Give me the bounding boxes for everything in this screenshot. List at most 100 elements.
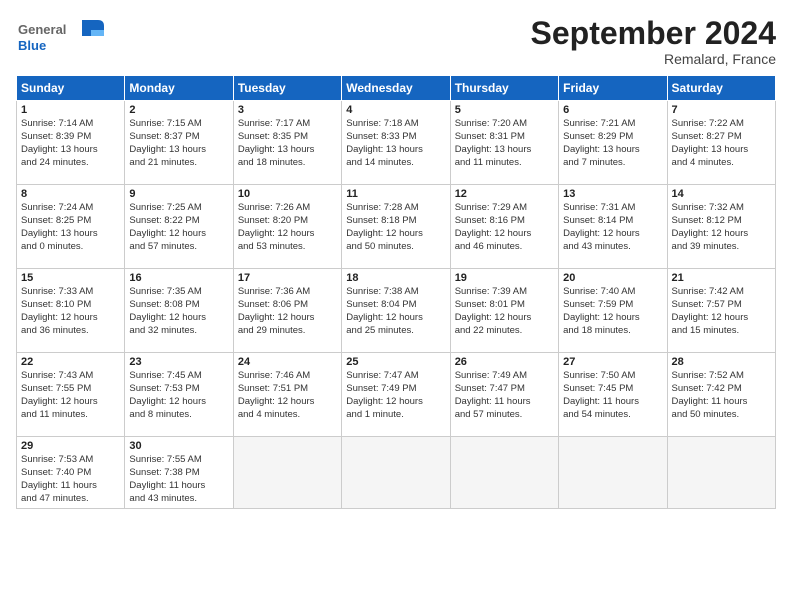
- day-info: Sunrise: 7:25 AMSunset: 8:22 PMDaylight:…: [129, 202, 228, 253]
- calendar-header-row: SundayMondayTuesdayWednesdayThursdayFrid…: [17, 76, 776, 101]
- col-header-monday: Monday: [125, 76, 233, 101]
- calendar-cell: 28Sunrise: 7:52 AMSunset: 7:42 PMDayligh…: [667, 353, 775, 437]
- day-number: 23: [129, 356, 228, 368]
- day-info: Sunrise: 7:38 AMSunset: 8:04 PMDaylight:…: [346, 286, 445, 337]
- calendar-cell: 16 Sunrise: 7:35 AMSunset: 8:08 PMDayligh…: [125, 269, 233, 353]
- calendar-cell: 23 Sunrise: 7:45 AMSunset: 7:53 PMDayligh…: [125, 353, 233, 437]
- calendar-cell: 24 Sunrise: 7:46 AMSunset: 7:51 PMDayligh…: [233, 353, 341, 437]
- calendar-cell: 2 Sunrise: 7:15 AMSunset: 8:37 PMDaylight…: [125, 101, 233, 185]
- day-number: 21: [672, 272, 771, 284]
- col-header-sunday: Sunday: [17, 76, 125, 101]
- day-number: 9: [129, 188, 228, 200]
- calendar-cell: 1 Sunrise: 7:14 AMSunset: 8:39 PMDaylight…: [17, 101, 125, 185]
- day-number: 16: [129, 272, 228, 284]
- day-number: 22: [21, 356, 120, 368]
- day-number: 11: [346, 188, 445, 200]
- day-info: Sunrise: 7:14 AMSunset: 8:39 PMDaylight:…: [21, 118, 120, 169]
- calendar-cell: 8Sunrise: 7:24 AMSunset: 8:25 PMDaylight…: [17, 185, 125, 269]
- day-number: 30: [129, 440, 228, 452]
- calendar-week-0: 1 Sunrise: 7:14 AMSunset: 8:39 PMDaylight…: [17, 101, 776, 185]
- calendar-cell: 15 Sunrise: 7:33 AMSunset: 8:10 PMDayligh…: [17, 269, 125, 353]
- day-info: Sunrise: 7:18 AMSunset: 8:33 PMDaylight:…: [346, 118, 445, 169]
- day-number: 12: [455, 188, 554, 200]
- day-number: 25: [346, 356, 445, 368]
- col-header-tuesday: Tuesday: [233, 76, 341, 101]
- day-info: Sunrise: 7:52 AMSunset: 7:42 PMDaylight:…: [672, 370, 771, 421]
- col-header-saturday: Saturday: [667, 76, 775, 101]
- svg-text:Blue: Blue: [18, 38, 46, 53]
- calendar-week-4: 29 Sunrise: 7:53 AMSunset: 7:40 PMDayligh…: [17, 437, 776, 509]
- calendar-cell: 5 Sunrise: 7:20 AMSunset: 8:31 PMDaylight…: [450, 101, 558, 185]
- day-number: 1: [21, 104, 120, 116]
- col-header-friday: Friday: [559, 76, 667, 101]
- day-info: Sunrise: 7:35 AMSunset: 8:08 PMDaylight:…: [129, 286, 228, 337]
- day-number: 20: [563, 272, 662, 284]
- day-info: Sunrise: 7:21 AMSunset: 8:29 PMDaylight:…: [563, 118, 662, 169]
- day-info: Sunrise: 7:22 AMSunset: 8:27 PMDaylight:…: [672, 118, 771, 169]
- day-info: Sunrise: 7:43 AMSunset: 7:55 PMDaylight:…: [21, 370, 120, 421]
- day-info: Sunrise: 7:53 AMSunset: 7:40 PMDaylight:…: [21, 454, 120, 505]
- svg-text:General: General: [18, 22, 66, 37]
- calendar-cell: 4 Sunrise: 7:18 AMSunset: 8:33 PMDaylight…: [342, 101, 450, 185]
- day-number: 6: [563, 104, 662, 116]
- day-info: Sunrise: 7:24 AMSunset: 8:25 PMDaylight:…: [21, 202, 120, 253]
- day-info: Sunrise: 7:28 AMSunset: 8:18 PMDaylight:…: [346, 202, 445, 253]
- logo-area: General Blue: [16, 16, 106, 65]
- calendar-week-2: 15 Sunrise: 7:33 AMSunset: 8:10 PMDayligh…: [17, 269, 776, 353]
- day-info: Sunrise: 7:40 AMSunset: 7:59 PMDaylight:…: [563, 286, 662, 337]
- calendar-week-1: 8Sunrise: 7:24 AMSunset: 8:25 PMDaylight…: [17, 185, 776, 269]
- day-number: 7: [672, 104, 771, 116]
- calendar-cell: 30 Sunrise: 7:55 AMSunset: 7:38 PMDayligh…: [125, 437, 233, 509]
- day-info: Sunrise: 7:36 AMSunset: 8:06 PMDaylight:…: [238, 286, 337, 337]
- day-number: 19: [455, 272, 554, 284]
- day-info: Sunrise: 7:20 AMSunset: 8:31 PMDaylight:…: [455, 118, 554, 169]
- day-number: 17: [238, 272, 337, 284]
- day-info: Sunrise: 7:45 AMSunset: 7:53 PMDaylight:…: [129, 370, 228, 421]
- day-number: 24: [238, 356, 337, 368]
- day-info: Sunrise: 7:55 AMSunset: 7:38 PMDaylight:…: [129, 454, 228, 505]
- calendar-cell: [342, 437, 450, 509]
- day-info: Sunrise: 7:17 AMSunset: 8:35 PMDaylight:…: [238, 118, 337, 169]
- day-info: Sunrise: 7:46 AMSunset: 7:51 PMDaylight:…: [238, 370, 337, 421]
- day-info: Sunrise: 7:33 AMSunset: 8:10 PMDaylight:…: [21, 286, 120, 337]
- calendar-cell: 13Sunrise: 7:31 AMSunset: 8:14 PMDayligh…: [559, 185, 667, 269]
- day-info: Sunrise: 7:31 AMSunset: 8:14 PMDaylight:…: [563, 202, 662, 253]
- day-number: 18: [346, 272, 445, 284]
- header: General Blue September 2024 Remalard, Fr…: [16, 16, 776, 67]
- day-info: Sunrise: 7:50 AMSunset: 7:45 PMDaylight:…: [563, 370, 662, 421]
- day-number: 2: [129, 104, 228, 116]
- day-number: 3: [238, 104, 337, 116]
- day-number: 5: [455, 104, 554, 116]
- calendar-cell: 19 Sunrise: 7:39 AMSunset: 8:01 PMDayligh…: [450, 269, 558, 353]
- day-info: Sunrise: 7:47 AMSunset: 7:49 PMDaylight:…: [346, 370, 445, 421]
- calendar-cell: 7 Sunrise: 7:22 AMSunset: 8:27 PMDaylight…: [667, 101, 775, 185]
- page: General Blue September 2024 Remalard, Fr…: [0, 0, 792, 612]
- day-info: Sunrise: 7:39 AMSunset: 8:01 PMDaylight:…: [455, 286, 554, 337]
- calendar-cell: 29 Sunrise: 7:53 AMSunset: 7:40 PMDayligh…: [17, 437, 125, 509]
- calendar-cell: 18 Sunrise: 7:38 AMSunset: 8:04 PMDayligh…: [342, 269, 450, 353]
- day-number: 26: [455, 356, 554, 368]
- day-info: Sunrise: 7:49 AMSunset: 7:47 PMDaylight:…: [455, 370, 554, 421]
- calendar-cell: 21Sunrise: 7:42 AMSunset: 7:57 PMDayligh…: [667, 269, 775, 353]
- day-info: Sunrise: 7:15 AMSunset: 8:37 PMDaylight:…: [129, 118, 228, 169]
- day-info: Sunrise: 7:32 AMSunset: 8:12 PMDaylight:…: [672, 202, 771, 253]
- location-title: Remalard, France: [531, 51, 776, 67]
- logo: General Blue: [16, 16, 106, 65]
- calendar-cell: 20 Sunrise: 7:40 AMSunset: 7:59 PMDayligh…: [559, 269, 667, 353]
- calendar-cell: [233, 437, 341, 509]
- month-title: September 2024: [531, 16, 776, 51]
- day-number: 4: [346, 104, 445, 116]
- calendar-cell: 11 Sunrise: 7:28 AMSunset: 8:18 PMDayligh…: [342, 185, 450, 269]
- day-number: 15: [21, 272, 120, 284]
- calendar-cell: 10Sunrise: 7:26 AMSunset: 8:20 PMDayligh…: [233, 185, 341, 269]
- calendar-cell: 9 Sunrise: 7:25 AMSunset: 8:22 PMDaylight…: [125, 185, 233, 269]
- calendar-cell: 25 Sunrise: 7:47 AMSunset: 7:49 PMDayligh…: [342, 353, 450, 437]
- calendar-week-3: 22 Sunrise: 7:43 AMSunset: 7:55 PMDayligh…: [17, 353, 776, 437]
- col-header-wednesday: Wednesday: [342, 76, 450, 101]
- calendar-cell: 27Sunrise: 7:50 AMSunset: 7:45 PMDayligh…: [559, 353, 667, 437]
- calendar-cell: 17 Sunrise: 7:36 AMSunset: 8:06 PMDayligh…: [233, 269, 341, 353]
- calendar-cell: 26 Sunrise: 7:49 AMSunset: 7:47 PMDayligh…: [450, 353, 558, 437]
- calendar-cell: [450, 437, 558, 509]
- calendar-cell: [667, 437, 775, 509]
- day-number: 29: [21, 440, 120, 452]
